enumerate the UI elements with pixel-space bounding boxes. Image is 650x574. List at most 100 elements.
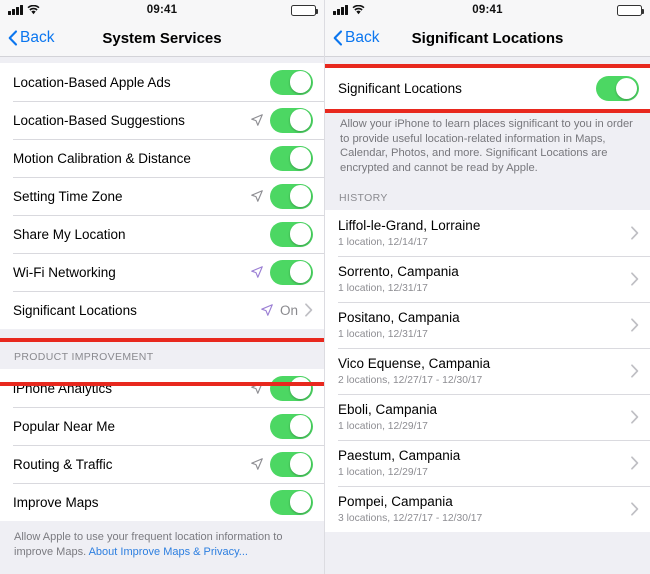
product-improvement-row-improve-maps[interactable]: Improve Maps <box>0 483 324 521</box>
system-services-row-accessory <box>251 107 324 133</box>
system-services-row-accessory: On <box>261 303 324 318</box>
system-services-row-motion-calibration-distance[interactable]: Motion Calibration & Distance <box>0 139 324 177</box>
status-bar-right-icons <box>291 4 318 16</box>
nav-bar-right: Back Significant Locations <box>325 20 650 57</box>
history-list: Liffol-le-Grand, Lorraine 1 location, 12/… <box>325 210 650 533</box>
chevron-right-icon <box>631 272 639 286</box>
significant-locations-toggle-label: Significant Locations <box>338 81 462 96</box>
battery-full-icon <box>291 4 318 16</box>
significant-locations-toggle[interactable] <box>596 76 639 101</box>
about-improve-maps-privacy-link[interactable]: About Improve Maps & Privacy... <box>89 546 248 558</box>
history-item-subtitle: 2 locations, 12/27/17 - 12/30/17 <box>338 375 483 387</box>
product-improvement-routing-traffic-toggle[interactable] <box>270 451 313 477</box>
location-arrow-icon <box>251 266 263 278</box>
system-services-significant-locations-value: On <box>279 302 298 318</box>
product-improvement-row-label: iPhone Analytics <box>13 380 113 396</box>
chevron-right-icon <box>631 502 639 516</box>
history-item-title: Vico Equense, Campania <box>338 356 491 372</box>
history-item[interactable]: Vico Equense, Campania 2 locations, 12/27… <box>325 348 650 395</box>
chevron-left-icon <box>333 30 343 46</box>
history-item-subtitle: 3 locations, 12/27/17 - 12/30/17 <box>338 513 483 525</box>
system-services-row-accessory <box>251 183 324 209</box>
system-services-row-label: Wi-Fi Networking <box>13 264 116 280</box>
product-improvement-popular-near-me-toggle[interactable] <box>270 413 313 439</box>
history-item-text: Eboli, Campania 1 location, 12/29/17 <box>338 401 631 433</box>
location-arrow-icon <box>251 382 263 394</box>
history-item-title: Eboli, Campania <box>338 402 438 418</box>
significant-locations-content: Significant Locations Allow your iPhone … <box>325 57 650 574</box>
system-services-row-label: Share My Location <box>13 226 126 242</box>
status-bar-right: 09:41 <box>325 0 650 20</box>
system-services-row-wi-fi-networking[interactable]: Wi-Fi Networking <box>0 253 324 291</box>
phone-screen-significant-locations: 09:41 Back Significant Locations Signifi… <box>325 0 650 574</box>
history-item-text: Sorrento, Campania 1 location, 12/31/17 <box>338 263 631 295</box>
history-item-subtitle: 1 location, 12/14/17 <box>338 237 428 249</box>
system-services-row-accessory <box>270 69 324 95</box>
history-item[interactable]: Eboli, Campania 1 location, 12/29/17 <box>325 394 650 441</box>
product-improvement-row-label: Improve Maps <box>13 494 99 510</box>
status-bar-clock: 09:41 <box>472 4 503 16</box>
system-services-row-location-based-suggestions[interactable]: Location-Based Suggestions <box>0 101 324 139</box>
system-services-share-my-location-toggle[interactable] <box>270 221 313 247</box>
chevron-right-icon <box>631 226 639 240</box>
history-item-subtitle: 1 location, 12/29/17 <box>338 467 428 479</box>
system-services-group: Location-Based Apple Ads Location-Based S… <box>0 63 324 329</box>
back-button-right[interactable]: Back <box>333 29 379 47</box>
back-button-label: Back <box>345 29 380 46</box>
history-item[interactable]: Pompei, Campania 3 locations, 12/27/17 - … <box>325 486 650 533</box>
history-item[interactable]: Paestum, Campania 1 location, 12/29/17 <box>325 440 650 487</box>
settings-list-left: Location-Based Apple Ads Location-Based S… <box>0 57 324 574</box>
system-services-setting-time-zone-toggle[interactable] <box>270 183 313 209</box>
history-item-title: Paestum, Campania <box>338 448 461 464</box>
status-bar-right-right-icons <box>617 4 644 16</box>
product-improvement-row-iphone-analytics[interactable]: iPhone Analytics <box>0 369 324 407</box>
section-header-product-improvement: PRODUCT IMPROVEMENT <box>0 329 324 369</box>
system-services-row-setting-time-zone[interactable]: Setting Time Zone <box>0 177 324 215</box>
chevron-right-icon <box>631 364 639 378</box>
system-services-row-label: Location-Based Apple Ads <box>13 74 171 90</box>
product-improvement-row-accessory <box>251 451 324 477</box>
history-item-text: Paestum, Campania 1 location, 12/29/17 <box>338 447 631 479</box>
system-services-row-accessory <box>270 221 324 247</box>
system-services-row-share-my-location[interactable]: Share My Location <box>0 215 324 253</box>
footer-note-left: Allow Apple to use your frequent locatio… <box>0 521 324 560</box>
history-item-title: Sorrento, Campania <box>338 264 459 280</box>
history-item-title: Liffol-le-Grand, Lorraine <box>338 218 481 234</box>
product-improvement-row-popular-near-me[interactable]: Popular Near Me <box>0 407 324 445</box>
product-improvement-row-routing-traffic[interactable]: Routing & Traffic <box>0 445 324 483</box>
history-item-text: Liffol-le-Grand, Lorraine 1 location, 12/… <box>338 217 631 249</box>
back-button-left[interactable]: Back <box>8 29 54 47</box>
battery-full-icon <box>617 4 644 16</box>
location-arrow-icon <box>261 304 273 316</box>
history-item-subtitle: 1 location, 12/31/17 <box>338 283 428 295</box>
history-item[interactable]: Sorrento, Campania 1 location, 12/31/17 <box>325 256 650 303</box>
section-header-history: HISTORY <box>325 179 650 211</box>
system-services-location-based-apple-ads-toggle[interactable] <box>270 69 313 95</box>
significant-locations-description: Allow your iPhone to learn places signif… <box>325 109 650 180</box>
list-top-spacer-right <box>325 57 650 68</box>
significant-locations-toggle-row[interactable]: Significant Locations <box>325 68 650 109</box>
history-item[interactable]: Liffol-le-Grand, Lorraine 1 location, 12/… <box>325 210 650 257</box>
system-services-location-based-suggestions-toggle[interactable] <box>270 107 313 133</box>
history-item[interactable]: Positano, Campania 1 location, 12/31/17 <box>325 302 650 349</box>
system-services-row-accessory <box>270 145 324 171</box>
system-services-motion-calibration-distance-toggle[interactable] <box>270 145 313 171</box>
history-item-title: Pompei, Campania <box>338 494 453 510</box>
product-improvement-row-accessory <box>270 413 324 439</box>
system-services-row-accessory <box>251 259 324 285</box>
product-improvement-row-accessory <box>270 489 324 515</box>
location-arrow-icon <box>251 190 263 202</box>
chevron-right-icon <box>305 303 313 317</box>
significant-locations-toggle-group: Significant Locations <box>325 68 650 109</box>
chevron-left-icon <box>8 30 18 46</box>
chevron-right-icon <box>631 456 639 470</box>
system-services-row-significant-locations[interactable]: Significant Locations On <box>0 291 324 329</box>
history-item-subtitle: 1 location, 12/31/17 <box>338 329 428 341</box>
product-improvement-iphone-analytics-toggle[interactable] <box>270 375 313 401</box>
product-improvement-row-label: Popular Near Me <box>13 418 116 434</box>
status-bar-clock: 09:41 <box>146 4 178 16</box>
system-services-row-label: Significant Locations <box>13 302 137 318</box>
system-services-row-location-based-apple-ads[interactable]: Location-Based Apple Ads <box>0 63 324 101</box>
product-improvement-improve-maps-toggle[interactable] <box>270 489 313 515</box>
system-services-wi-fi-networking-toggle[interactable] <box>270 259 313 285</box>
